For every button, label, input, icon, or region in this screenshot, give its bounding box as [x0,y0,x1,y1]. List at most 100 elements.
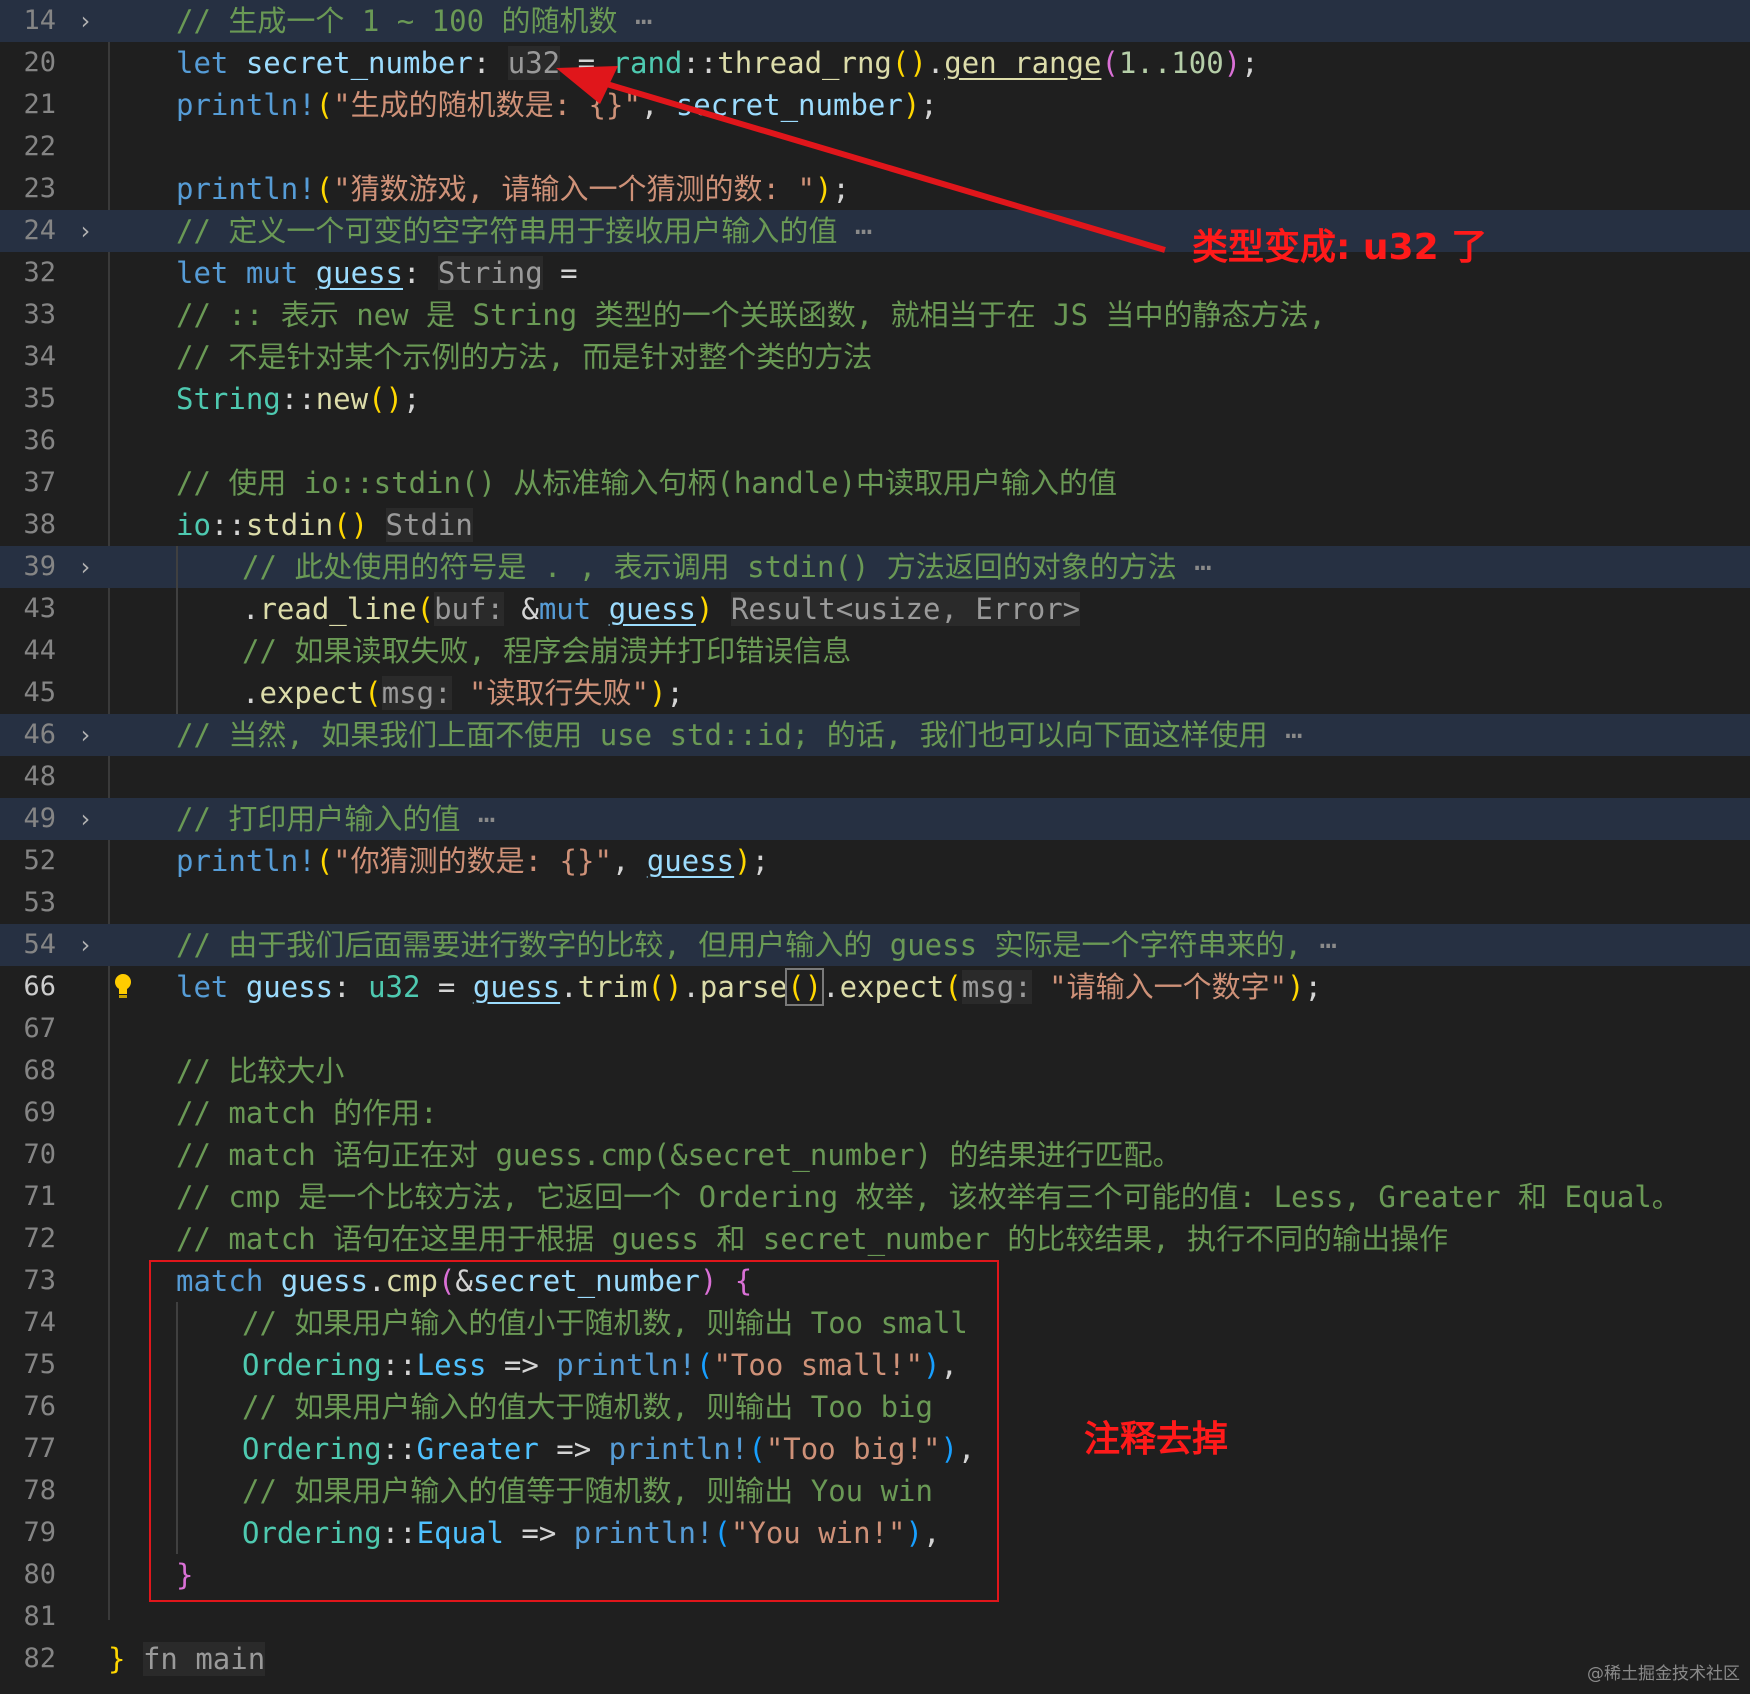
comment-text: // 当然, 如果我们上面不使用 use std::id; 的话, 我们也可以向… [176,718,1268,752]
comment-text: // 生成一个 1 ~ 100 的随机数 [176,4,618,38]
paren: ) [814,172,833,206]
variable: guess [608,592,697,626]
comment: // 如果读取失败, 程序会崩溃并打印错误信息 [242,634,852,668]
variable: guess [646,844,735,878]
paren: () [647,970,683,1004]
operator: & [503,592,539,626]
module: rand [612,46,683,80]
comment: // 比较大小 [176,1054,345,1088]
line-number: 79 [23,1517,56,1548]
annotation-highlight-box [149,1260,999,1602]
param-hint: msg: [381,676,452,710]
paren: ( [416,592,435,626]
code-line-53[interactable]: 53 [0,882,1750,924]
module: io [176,508,211,542]
paren: ) [1223,46,1242,80]
punct: . [926,46,945,80]
chevron-right-icon[interactable]: › [78,546,92,588]
chevron-right-icon[interactable]: › [78,798,92,840]
fold-ellipsis[interactable]: ⋯ [1194,550,1211,584]
macro: println! [176,172,316,206]
comment-text: // 由于我们后面需要进行数字的比较, 但用户输入的 guess 实际是一个字符… [176,928,1302,962]
code-content: let secret_number: u32 = rand::thread_rn… [176,42,1259,84]
code-line-69[interactable]: 69 // match 的作用: [0,1092,1750,1134]
code-line-24[interactable]: 24 › // 定义一个可变的空字符串用于接收用户输入的值 ⋯ [0,210,1750,252]
code-line-23[interactable]: 23 println!("猜数游戏, 请输入一个猜测的数: "); [0,168,1750,210]
annotation-type-changed: 类型变成: u32 了 [1192,227,1488,268]
operator: = [542,256,578,290]
code-content: let mut guess: String = [176,252,578,294]
line-number: 78 [23,1475,56,1506]
code-editor[interactable]: 14 › // 生成一个 1 ~ 100 的随机数 ⋯ 20 let secre… [0,0,1750,1694]
code-line-14[interactable]: 14 › // 生成一个 1 ~ 100 的随机数 ⋯ [0,0,1750,42]
code-line-20[interactable]: 20 let secret_number: u32 = rand::thread… [0,42,1750,84]
code-line-68[interactable]: 68 // 比较大小 [0,1050,1750,1092]
paren: () [891,46,927,80]
string: "请输入一个数字" [1031,970,1288,1004]
code-line-39[interactable]: 39 › // 此处使用的符号是 . , 表示调用 stdin() 方法返回的对… [0,546,1750,588]
paren: () [333,508,369,542]
paren: ( [315,172,334,206]
line-number: 52 [23,845,56,876]
code-line-43[interactable]: 43 .read_line(buf: &mut guess) Result<us… [0,588,1750,630]
code-line-81[interactable]: 81 [0,1596,1750,1638]
comment-text: // 此处使用的符号是 . , 表示调用 stdin() 方法返回的对象的方法 [242,550,1177,584]
fold-ellipsis[interactable]: ⋯ [635,4,652,38]
code-line-71[interactable]: 71 // cmp 是一个比较方法, 它返回一个 Ordering 枚举, 该枚… [0,1176,1750,1218]
code-line-38[interactable]: 38 io::stdin() Stdin [0,504,1750,546]
annotation-remove-comments: 注释去掉 [1084,1419,1229,1460]
punct: ; [832,172,850,206]
code-line-54[interactable]: 54 › // 由于我们后面需要进行数字的比较, 但用户输入的 guess 实际… [0,924,1750,966]
code-line-67[interactable]: 67 [0,1008,1750,1050]
chevron-right-icon[interactable]: › [78,924,92,966]
keyword: mut [538,592,592,626]
code-line-36[interactable]: 36 [0,420,1750,462]
variable: guess [245,970,334,1004]
fold-ellipsis[interactable]: ⋯ [1285,718,1302,752]
punct: . [682,970,700,1004]
code-line-66[interactable]: 66 let guess: u32 = guess.trim().parse()… [0,966,1750,1008]
line-number: 70 [23,1139,56,1170]
code-line-21[interactable]: 21 println!("生成的随机数是: {}", secret_number… [0,84,1750,126]
paren: ) [1287,970,1305,1004]
code-line-72[interactable]: 72 // match 语句在这里用于根据 guess 和 secret_num… [0,1218,1750,1260]
variable: guess [315,256,403,290]
line-number: 23 [23,173,56,204]
code-line-37[interactable]: 37 // 使用 io::stdin() 从标准输入句柄(handle)中读取用… [0,462,1750,504]
code-content: .read_line(buf: &mut guess) Result<usize… [242,588,1081,630]
type-hint: Stdin [385,508,473,542]
code-line-48[interactable]: 48 [0,756,1750,798]
code-line-70[interactable]: 70 // match 语句正在对 guess.cmp(&secret_numb… [0,1134,1750,1176]
code-line-44[interactable]: 44 // 如果读取失败, 程序会崩溃并打印错误信息 [0,630,1750,672]
chevron-right-icon[interactable]: › [78,0,92,42]
code-line-35[interactable]: 35 String::new(); [0,378,1750,420]
comment: // 打印用户输入的值 ⋯ [176,798,495,840]
code-line-45[interactable]: 45 .expect(msg: "读取行失败"); [0,672,1750,714]
punct: ; [666,676,684,710]
code-line-49[interactable]: 49 › // 打印用户输入的值 ⋯ [0,798,1750,840]
code-line-33[interactable]: 33 // :: 表示 new 是 String 类型的一个关联函数, 就相当于… [0,294,1750,336]
fold-ellipsis[interactable]: ⋯ [1319,928,1336,962]
code-line-32[interactable]: 32 let mut guess: String = [0,252,1750,294]
code-line-22[interactable]: 22 [0,126,1750,168]
punct: ; [1241,46,1259,80]
lightbulb-icon[interactable] [114,973,132,1001]
code-line-52[interactable]: 52 println!("你猜测的数是: {}", guess); [0,840,1750,882]
comment: // 当然, 如果我们上面不使用 use std::id; 的话, 我们也可以向… [176,714,1303,756]
comment-text: // 打印用户输入的值 [176,802,461,836]
function: read_line [259,592,417,626]
chevron-right-icon[interactable]: › [78,210,92,252]
fold-ellipsis[interactable]: ⋯ [855,214,872,248]
fold-ellipsis[interactable]: ⋯ [478,802,495,836]
punct: . [560,970,578,1004]
line-number: 37 [23,467,56,498]
line-number: 75 [23,1349,56,1380]
line-number: 66 [23,971,56,1002]
code-line-34[interactable]: 34 // 不是针对某个示例的方法, 而是针对整个类的方法 [0,336,1750,378]
line-number: 76 [23,1391,56,1422]
code-line-46[interactable]: 46 › // 当然, 如果我们上面不使用 use std::id; 的话, 我… [0,714,1750,756]
macro: println! [176,844,316,878]
line-number: 53 [23,887,56,918]
code-line-82[interactable]: 82 } fn main [0,1638,1750,1680]
chevron-right-icon[interactable]: › [78,714,92,756]
